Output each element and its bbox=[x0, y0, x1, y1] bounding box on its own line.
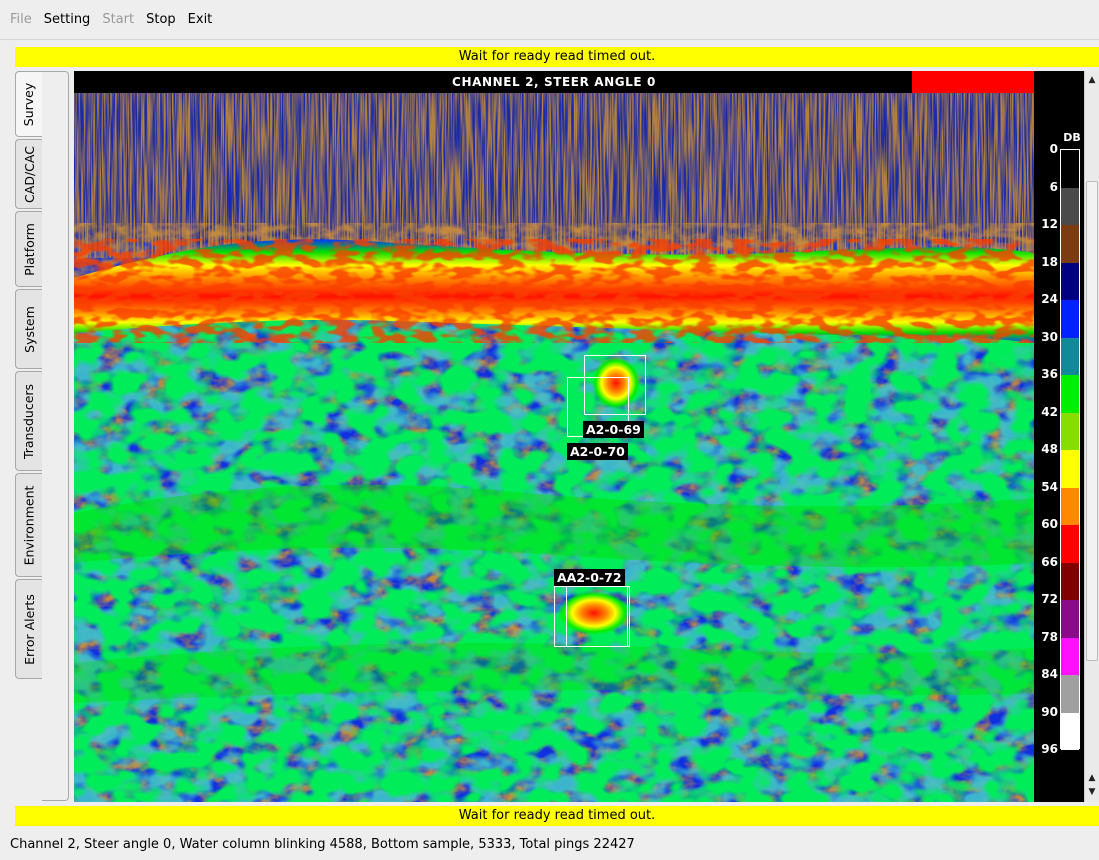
menu-stop[interactable]: Stop bbox=[146, 12, 176, 27]
db-scale-label: 72 bbox=[1041, 592, 1058, 606]
menu-exit[interactable]: Exit bbox=[188, 12, 213, 27]
tab-label: Environment bbox=[21, 485, 37, 565]
db-color-segment bbox=[1061, 187, 1079, 225]
db-scale-label: 18 bbox=[1041, 254, 1058, 269]
db-color-segment bbox=[1061, 712, 1079, 750]
target-label-a2-0-69[interactable]: A2-0-69 bbox=[583, 421, 644, 438]
scroll-up-icon[interactable]: ▲ bbox=[1085, 771, 1099, 785]
db-scale-label: 36 bbox=[1041, 367, 1058, 381]
db-title: DB bbox=[1063, 131, 1081, 144]
db-scale-label: 96 bbox=[1041, 742, 1058, 756]
db-color-segment bbox=[1061, 600, 1079, 638]
db-scale-label: 30 bbox=[1041, 329, 1058, 344]
tab-label: Error Alerts bbox=[21, 593, 37, 665]
db-color-segment bbox=[1061, 412, 1079, 450]
tab-label: CAD/CAC bbox=[21, 145, 37, 203]
menu-setting[interactable]: Setting bbox=[44, 12, 91, 27]
db-scale-label: 60 bbox=[1041, 517, 1058, 531]
tab-platform[interactable]: Platform bbox=[15, 211, 42, 287]
menu-start[interactable]: Start bbox=[102, 12, 134, 27]
tab-cad-cac[interactable]: CAD/CAC bbox=[15, 139, 42, 209]
tab-label: Survey bbox=[21, 82, 37, 126]
db-color-segment bbox=[1061, 150, 1079, 188]
status-bar: Channel 2, Steer angle 0, Water column b… bbox=[10, 837, 635, 852]
tab-system[interactable]: System bbox=[15, 289, 42, 369]
menu-file[interactable]: File bbox=[10, 12, 32, 27]
db-scale-label: 0 bbox=[1049, 142, 1058, 156]
tab-survey[interactable]: Survey bbox=[15, 71, 42, 137]
db-scale-label: 24 bbox=[1041, 292, 1058, 306]
db-scale-label: 42 bbox=[1041, 404, 1058, 419]
sonar-waterfall-image[interactable] bbox=[74, 93, 1034, 802]
bottom-status-banner: Wait for ready read timed out. bbox=[15, 806, 1099, 826]
tab-error-alerts[interactable]: Error Alerts bbox=[15, 579, 42, 679]
db-color-segment bbox=[1061, 225, 1079, 263]
db-color-segment bbox=[1061, 675, 1079, 713]
db-color-segment bbox=[1061, 300, 1079, 338]
db-color-scale-panel: DB 0 6 12 18 24 30 36 42 48 54 60 66 72 78 84 90 96 bbox=[1034, 71, 1084, 802]
tab-strip: Survey CAD/CAC Platform System Transduce… bbox=[15, 71, 42, 681]
db-color-segment bbox=[1061, 375, 1079, 413]
menu-bar: File Setting Start Stop Exit bbox=[0, 0, 1099, 40]
scroll-up-icon[interactable]: ▲ bbox=[1085, 73, 1099, 87]
db-color-segment bbox=[1061, 525, 1079, 563]
sonar-channel-header: CHANNEL 2, STEER ANGLE 0 bbox=[74, 71, 1034, 93]
scrollbar-thumb[interactable] bbox=[1086, 181, 1098, 661]
db-scale-label: 48 bbox=[1041, 442, 1058, 456]
scroll-down-icon[interactable]: ▼ bbox=[1085, 785, 1099, 799]
db-color-segment bbox=[1061, 562, 1079, 600]
top-status-banner: Wait for ready read timed out. bbox=[15, 47, 1099, 67]
db-color-segment bbox=[1061, 450, 1079, 488]
header-indicator-bar bbox=[912, 71, 1034, 93]
vertical-tab-bar: Survey CAD/CAC Platform System Transduce… bbox=[15, 71, 69, 801]
db-color-scale bbox=[1060, 149, 1080, 750]
db-scale-label: 6 bbox=[1049, 179, 1058, 194]
tab-label: Platform bbox=[21, 222, 37, 276]
vertical-scrollbar[interactable]: ▲ ▲ ▼ bbox=[1084, 71, 1099, 802]
db-scale-label: 54 bbox=[1041, 479, 1058, 494]
target-label-a2-0-70[interactable]: A2-0-70 bbox=[567, 443, 628, 460]
target-label-aa2-0-72[interactable]: AA2-0-72 bbox=[554, 569, 625, 586]
db-scale-label: 12 bbox=[1041, 217, 1058, 231]
db-scale-label: 84 bbox=[1041, 667, 1058, 681]
db-color-segment bbox=[1061, 262, 1079, 300]
tab-label: Transducers bbox=[21, 383, 37, 459]
db-color-segment bbox=[1061, 337, 1079, 375]
db-scale-label: 90 bbox=[1041, 704, 1058, 719]
target-box[interactable] bbox=[566, 586, 630, 647]
db-color-segment bbox=[1061, 637, 1079, 675]
db-scale-label: 66 bbox=[1041, 554, 1058, 569]
db-scale-label: 78 bbox=[1041, 629, 1058, 644]
sonar-display[interactable]: CHANNEL 2, STEER ANGLE 0 A2-0-69 A2-0-70… bbox=[74, 71, 1034, 802]
tab-transducers[interactable]: Transducers bbox=[15, 371, 42, 471]
db-color-segment bbox=[1061, 487, 1079, 525]
tab-environment[interactable]: Environment bbox=[15, 473, 42, 577]
tab-label: System bbox=[21, 305, 37, 353]
tab-panel bbox=[42, 71, 69, 801]
